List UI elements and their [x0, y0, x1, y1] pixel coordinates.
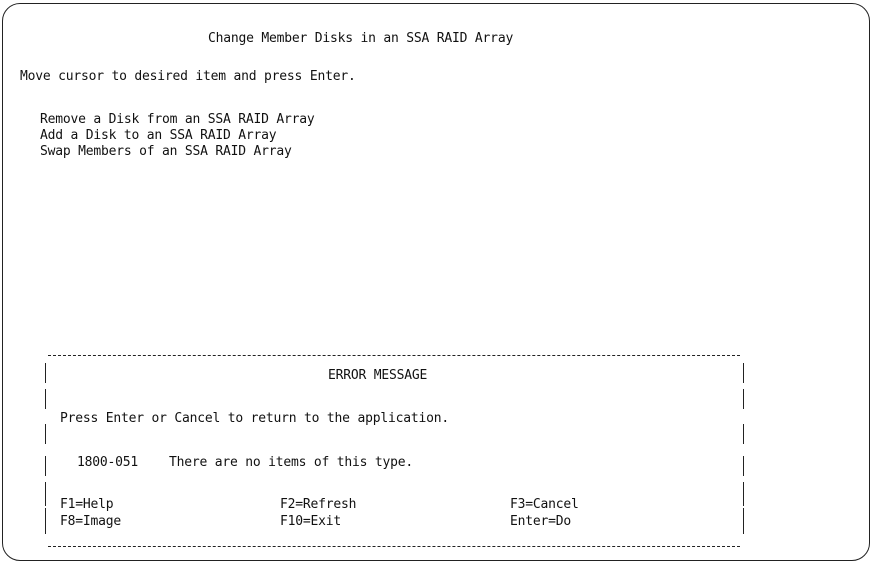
f3-cancel-key[interactable]: F3=Cancel [510, 497, 579, 513]
dialog-right-border [743, 389, 744, 409]
instruction-text: Move cursor to desired item and press En… [20, 69, 356, 84]
dialog-bottom-border [48, 546, 740, 547]
menu-item-remove-disk[interactable]: Remove a Disk from an SSA RAID Array [40, 112, 315, 128]
dialog-left-border [45, 389, 46, 409]
dialog-right-border [743, 482, 744, 506]
error-text: There are no items of this type. [169, 455, 414, 470]
page-title: Change Member Disks in an SSA RAID Array [208, 31, 514, 46]
dialog-left-border [45, 424, 46, 444]
f2-refresh-key[interactable]: F2=Refresh [280, 497, 356, 513]
dialog-right-border [743, 363, 744, 383]
dialog-left-border [45, 508, 46, 534]
dialog-right-border [743, 456, 744, 476]
f10-exit-key[interactable]: F10=Exit [280, 514, 341, 530]
dialog-left-border [45, 482, 46, 506]
dialog-right-border [743, 424, 744, 444]
dialog-title: ERROR MESSAGE [328, 368, 428, 383]
dialog-right-border [743, 508, 744, 534]
dialog-left-border [45, 363, 46, 383]
dialog-left-border [45, 456, 46, 476]
enter-do-key[interactable]: Enter=Do [510, 514, 571, 530]
menu-item-swap-members[interactable]: Swap Members of an SSA RAID Array [40, 144, 292, 160]
terminal-screen [2, 3, 870, 561]
dialog-top-border [48, 355, 740, 356]
menu-item-add-disk[interactable]: Add a Disk to an SSA RAID Array [40, 128, 277, 144]
error-code: 1800-051 [77, 455, 139, 470]
dialog-message: Press Enter or Cancel to return to the a… [60, 411, 449, 426]
f1-help-key[interactable]: F1=Help [60, 497, 114, 513]
f8-image-key[interactable]: F8=Image [60, 514, 121, 530]
